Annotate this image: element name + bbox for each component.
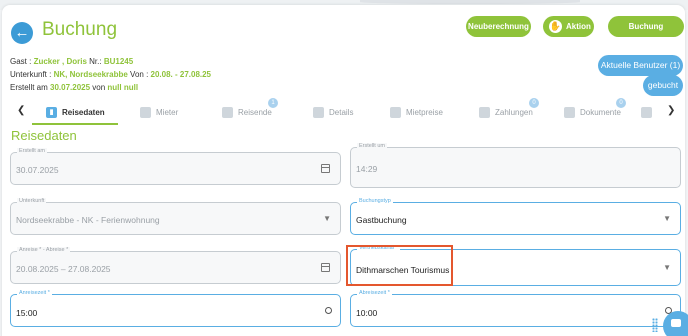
field-value: 30.07.2025 <box>16 165 59 175</box>
drag-handle-icon[interactable] <box>652 318 658 332</box>
von-label: Von : <box>127 70 151 79</box>
field-value: 14:29 <box>356 164 378 174</box>
field-value: Gastbuchung <box>356 215 407 225</box>
tab-reisedaten[interactable]: ▮ Reisedaten <box>46 101 105 123</box>
highlight-box <box>346 245 453 286</box>
nr-label: Nr.: <box>86 57 104 66</box>
dropdown-arrow-icon[interactable]: ▼ <box>663 263 671 272</box>
chat-icon[interactable] <box>663 311 688 336</box>
tab-label: Mietpreise <box>406 107 443 117</box>
erstellt-label: Erstellt am <box>10 83 51 92</box>
gast-name: Zucker , Doris <box>33 57 87 66</box>
booking-number: BU1245 <box>103 57 134 66</box>
calendar-icon <box>321 263 330 272</box>
info-erstellt-line: Erstellt am 30.07.2025 von null null <box>10 83 138 92</box>
anreisezeit-field[interactable]: Anreisezeit * 15:00 <box>10 290 341 327</box>
anreise-abreise-field: Anreise * - Abreise * 20.08.2025 – 27.08… <box>10 247 341 284</box>
field-label: Anreisezeit * <box>17 290 52 296</box>
abreisezeit-field[interactable]: Abreisezeit * 10:00 <box>350 290 681 327</box>
unterkunft-value: NK, Nordseekrabbe <box>53 70 128 79</box>
tab-mieter[interactable]: Mieter <box>140 101 178 123</box>
tab-mietpreise[interactable]: Mietpreise <box>390 101 443 123</box>
field-value: 15:00 <box>16 308 38 318</box>
suitcase-icon: ▮ <box>46 106 57 118</box>
erstellt-am-field: Erstellt am 30.07.2025 <box>10 148 341 185</box>
von2-label: von <box>90 83 108 92</box>
tab-label: Zahlungen <box>495 107 533 117</box>
aktion-label: Aktion <box>566 22 591 31</box>
creator-value: null null <box>107 83 139 92</box>
tab-label: Reisedaten <box>62 107 105 117</box>
top-decoration-line <box>360 0 580 4</box>
price-icon <box>390 106 401 118</box>
unterkunft-select: Unterkunft Nordseekrabbe - NK - Ferienwo… <box>10 198 341 235</box>
section-title: Reisedaten <box>11 128 77 143</box>
info-unterkunft-line: Unterkunft : NK, Nordseekrabbe Von : 20.… <box>10 70 211 79</box>
page-title: Buchung <box>42 19 118 40</box>
tab-details[interactable]: Details <box>313 101 353 123</box>
date-range: 20.08. - 27.08.25 <box>150 70 212 79</box>
field-label: Erstellt am <box>17 148 47 154</box>
messages-icon <box>641 106 652 118</box>
document-icon <box>564 106 575 118</box>
tab-badge: 0 <box>529 98 539 108</box>
list-icon <box>313 106 324 118</box>
tab-reisende[interactable]: Reisende 1 <box>222 98 278 123</box>
buchungstyp-select[interactable]: Buchungstyp Gastbuchung ▼ <box>350 198 681 235</box>
tab-dokumente[interactable]: Dokumente 0 <box>564 98 626 123</box>
payment-icon <box>479 106 490 118</box>
tab-label: Details <box>329 107 354 117</box>
person-icon <box>140 106 151 118</box>
arrow-left-icon: ← <box>14 24 30 41</box>
neuberechnung-button[interactable]: Neuberechnung <box>466 16 531 37</box>
aktuelle-benutzer-button[interactable]: Aktuelle Benutzer (1) <box>598 55 683 76</box>
tab-zahlungen[interactable]: Zahlungen 0 <box>479 98 539 123</box>
clock-icon[interactable] <box>325 307 332 314</box>
tab-badge: 0 <box>616 98 626 108</box>
tab-badge: 1 <box>268 98 278 108</box>
gast-label: Gast : <box>10 57 34 66</box>
unterkunft-label: Unterkunft : <box>10 70 54 79</box>
tab-bar: ▮ Reisedaten Mieter Reisende 1 Details Mie… <box>2 98 685 123</box>
status-badge: gebucht <box>643 75 683 96</box>
tab-messages[interactable] <box>641 101 657 123</box>
field-value: 10:00 <box>356 308 378 318</box>
field-label: Buchungstyp <box>357 198 393 204</box>
tab-label: Mieter <box>156 107 179 117</box>
field-label: Anreise * - Abreise * <box>17 247 71 253</box>
people-icon <box>222 106 233 118</box>
dropdown-arrow-icon[interactable]: ▼ <box>663 214 671 223</box>
field-value: 20.08.2025 – 27.08.2025 <box>16 264 111 274</box>
dropdown-arrow-icon: ▼ <box>323 214 331 223</box>
field-value: Nordseekrabbe - NK - Ferienwohnung <box>16 215 160 225</box>
field-label: Erstellt um <box>357 143 387 149</box>
info-gast-line: Gast : Zucker , Doris Nr.: BU1245 <box>10 57 133 66</box>
erstellt-um-field: Erstellt um 14:29 <box>350 143 681 188</box>
active-tab-indicator <box>32 123 118 125</box>
back-button[interactable]: ← <box>11 22 33 44</box>
tab-label: Dokumente <box>580 107 621 117</box>
aktion-button[interactable]: ✋ Aktion <box>543 16 594 37</box>
buchung-abrechnen-button[interactable]: Buchung abrechnen <box>608 16 684 52</box>
field-label: Abreisezeit * <box>357 290 392 296</box>
booking-card: ← Buchung Neuberechnung ✋ Aktion Buchung … <box>2 5 685 336</box>
tab-label: Reisende <box>238 107 272 117</box>
erstellt-value: 30.07.2025 <box>50 83 91 92</box>
calendar-icon <box>321 164 330 173</box>
field-label: Unterkunft <box>17 198 47 204</box>
hand-icon: ✋ <box>549 20 562 34</box>
